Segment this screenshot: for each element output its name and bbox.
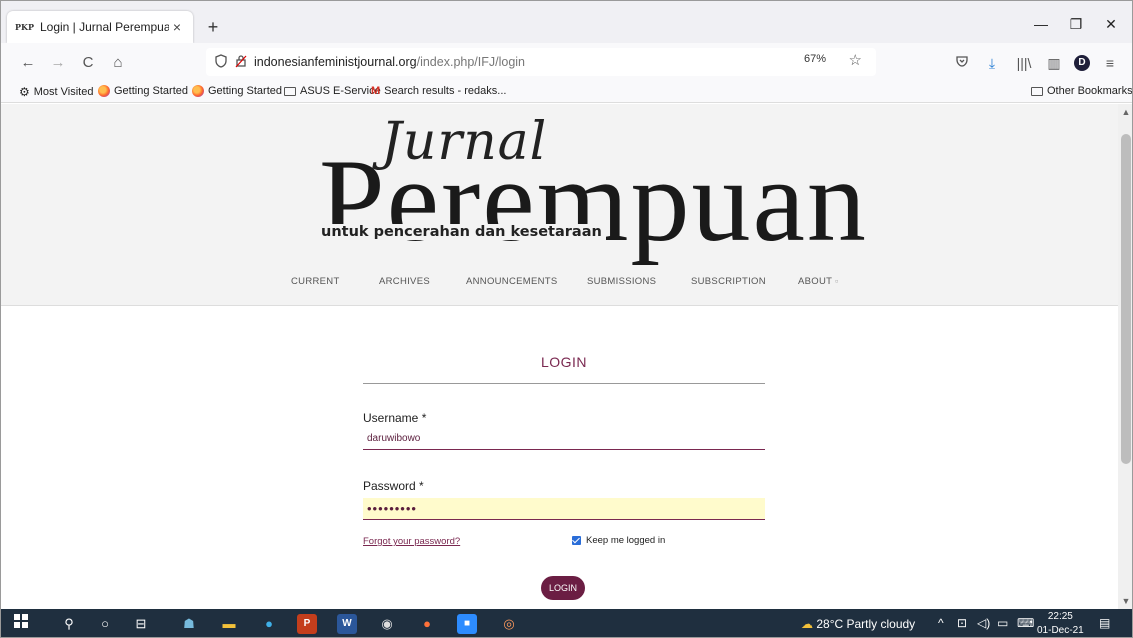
nav-archives[interactable]: ARCHIVES (379, 276, 430, 287)
firefox-taskbar-icon[interactable]: ● (417, 614, 437, 634)
gmail-icon: M (371, 85, 381, 97)
nav-submissions[interactable]: SUBMISSIONS (587, 276, 656, 287)
scroll-down-icon[interactable]: ▼ (1118, 593, 1132, 609)
task-view-icon[interactable]: ⊟ (131, 614, 151, 634)
network-icon[interactable]: ⊡ (957, 616, 967, 630)
bookmark-most-visited[interactable]: ⚙ Most Visited (19, 85, 93, 99)
username-label: Username * (363, 411, 427, 425)
shield-icon[interactable] (214, 53, 228, 71)
bookmark-search-results[interactable]: M Search results - redaks... (371, 85, 506, 97)
other-bookmarks[interactable]: Other Bookmarks (1031, 85, 1132, 97)
new-tab-button[interactable]: + (201, 15, 225, 39)
gear-icon: ⚙ (19, 85, 30, 99)
login-heading: LOGIN (540, 354, 588, 370)
password-input[interactable] (363, 498, 765, 520)
site-header: Jurnal Perempuan untuk pencerahan dan ke… (1, 104, 1118, 306)
navigation-bar: ← → C ⌂ indonesianfeministjournal.org/in… (1, 43, 1132, 81)
url-host: indonesianfeministjournal.org (254, 55, 417, 69)
divider (363, 383, 765, 384)
tab-login[interactable]: PKP Login | Jurnal Perempuan × (7, 11, 193, 43)
nav-current[interactable]: CURRENT (291, 276, 340, 287)
weather-widget[interactable]: ☁ 28°C Partly cloudy (801, 617, 915, 631)
app-icon[interactable]: ◉ (377, 614, 397, 634)
cloud-sun-icon: ☁ (801, 617, 813, 631)
page-viewport: Jurnal Perempuan untuk pencerahan dan ke… (1, 104, 1118, 609)
bookmark-getting-started-1[interactable]: Getting Started (98, 85, 188, 97)
library-icon[interactable]: |||\ (1013, 52, 1035, 74)
page-scrollbar[interactable]: ▲ ▼ (1118, 104, 1132, 609)
forgot-password-link[interactable]: Forgot your password? (363, 536, 460, 547)
cortana-icon[interactable]: ○ (95, 614, 115, 634)
bookmarks-toolbar: ⚙ Most Visited Getting Started Getting St… (1, 81, 1132, 103)
download-icon[interactable]: ⤓ (981, 52, 1003, 74)
bookmark-asus-eservice[interactable]: ASUS E-Service (284, 85, 381, 97)
chevron-down-icon: ▫ (835, 276, 839, 287)
powerpoint-icon[interactable]: P (297, 614, 317, 634)
search-icon[interactable]: ⚲ (59, 614, 79, 634)
bookmark-star-icon[interactable]: ☆ (849, 51, 862, 69)
menu-icon[interactable]: ≡ (1099, 52, 1121, 74)
zoom-indicator[interactable]: 67% (804, 53, 826, 65)
login-button[interactable]: LOGIN (541, 576, 585, 600)
reload-button[interactable]: C (77, 52, 99, 74)
keep-logged-in-label: Keep me logged in (586, 535, 666, 546)
tab-close-icon[interactable]: × (169, 19, 185, 35)
forward-button[interactable]: → (47, 52, 69, 74)
home-button[interactable]: ⌂ (107, 52, 129, 74)
restore-button[interactable]: ❐ (1056, 11, 1096, 37)
back-button[interactable]: ← (17, 52, 39, 74)
password-label: Password * (363, 479, 424, 493)
windows-start-icon[interactable] (11, 614, 31, 634)
scroll-thumb[interactable] (1121, 134, 1131, 464)
minimize-button[interactable]: — (1021, 11, 1061, 37)
volume-icon[interactable]: ◁) (977, 616, 990, 630)
site-navigation: CURRENT ARCHIVES ANNOUNCEMENTS SUBMISSIO… (1, 276, 1118, 292)
account-icon[interactable]: D (1071, 52, 1093, 74)
people-icon[interactable]: ☗ (179, 614, 199, 634)
bookmark-getting-started-2[interactable]: Getting Started (192, 85, 282, 97)
file-explorer-icon[interactable]: ▬ (219, 614, 239, 634)
windows-taskbar: ⚲ ○ ⊟ ☗ ▬ ● P W ◉ ● ■ ◎ ☁ 28°C Partly cl… (1, 609, 1132, 637)
scroll-up-icon[interactable]: ▲ (1118, 104, 1132, 120)
folder-icon (284, 86, 296, 96)
nav-about[interactable]: ABOUT ▫ (798, 276, 839, 287)
media-player-icon[interactable]: ◎ (499, 614, 519, 634)
folder-icon (1031, 86, 1043, 96)
pkp-favicon-icon: PKP (15, 22, 34, 32)
keyboard-icon[interactable]: ⌨ (1017, 616, 1034, 630)
address-bar[interactable]: indonesianfeministjournal.org/index.php/… (206, 48, 876, 76)
edge-icon[interactable]: ● (259, 614, 279, 634)
tab-title: Login | Jurnal Perempuan (39, 20, 169, 34)
chevron-up-icon[interactable]: ^ (938, 616, 944, 630)
pocket-icon[interactable] (951, 52, 973, 74)
nav-announcements[interactable]: ANNOUNCEMENTS (466, 276, 558, 287)
notification-icon[interactable]: ▤ (1099, 616, 1110, 630)
keep-logged-in[interactable]: Keep me logged in (572, 535, 665, 546)
clock-time: 22:25 (1047, 611, 1073, 622)
battery-icon[interactable]: ▭ (997, 616, 1008, 630)
tab-strip: PKP Login | Jurnal Perempuan × + — ❐ ✕ (1, 1, 1132, 43)
taskbar-clock[interactable]: 22:25 01-Dec-21 (1037, 610, 1084, 637)
username-input[interactable] (363, 428, 765, 450)
nav-subscription[interactable]: SUBSCRIPTION (691, 276, 766, 287)
url-path: /index.php/IFJ/login (416, 55, 526, 69)
logo-main-text[interactable]: Perempuan (319, 142, 868, 260)
clock-date: 01-Dec-21 (1037, 625, 1084, 636)
word-icon[interactable]: W (337, 614, 357, 634)
close-window-button[interactable]: ✕ (1091, 11, 1131, 37)
firefox-icon (98, 85, 110, 97)
keep-logged-in-checkbox[interactable] (572, 536, 581, 545)
browser-window: PKP Login | Jurnal Perempuan × + — ❐ ✕ ←… (0, 0, 1133, 638)
logo-tagline: untuk pencerahan dan kesetaraan (321, 224, 606, 240)
lock-icon[interactable] (234, 54, 248, 71)
zoom-app-icon[interactable]: ■ (457, 614, 477, 634)
sidebar-icon[interactable]: ▥ (1043, 52, 1065, 74)
firefox-icon (192, 85, 204, 97)
